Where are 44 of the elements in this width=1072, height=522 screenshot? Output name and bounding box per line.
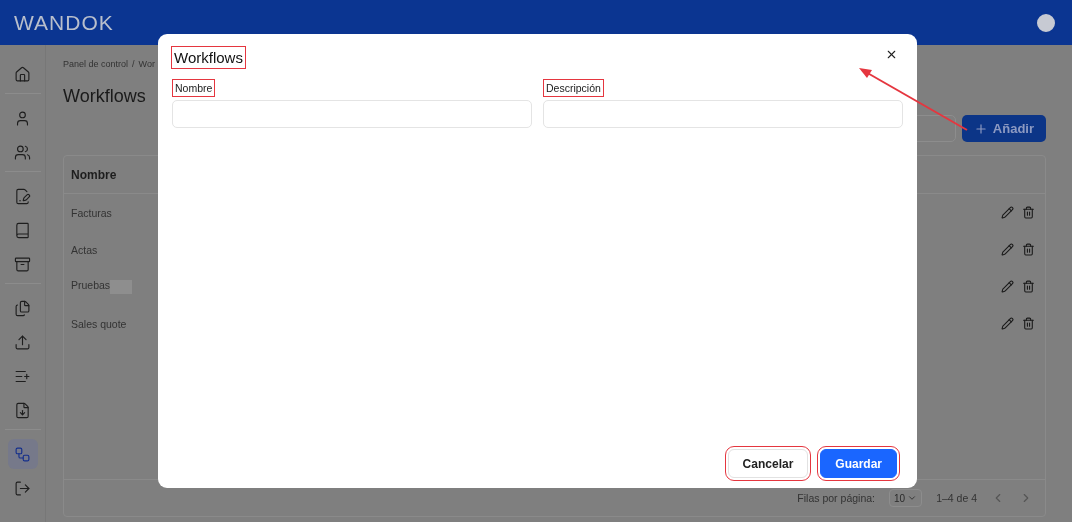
plus-icon [973,121,988,136]
table-cell: Actas [71,243,98,256]
upload-icon [14,333,31,351]
home-icon [14,65,31,83]
table-cell: Facturas [71,206,112,219]
users-icon [14,143,31,161]
save-button[interactable]: Guardar [820,449,897,478]
dialog-title: Workflows [174,49,243,66]
sidebar-item[interactable] [7,439,38,469]
workflow-icon [14,445,31,463]
book-icon [14,221,31,239]
breadcrumb-link[interactable]: Wor [138,59,155,69]
caret-icon [907,493,918,503]
input-field[interactable] [543,100,903,128]
edit-icon[interactable] [1001,317,1014,330]
page-title: Workflows [63,86,146,107]
file-signature-icon [14,187,31,205]
trash-icon[interactable] [1022,206,1035,219]
files-icon [14,299,31,317]
logo: WANDOK [14,10,114,35]
exit-icon [14,479,31,497]
page-range: 1–4 de 4 [936,492,977,504]
trash-icon[interactable] [1022,280,1035,293]
column-header: Nombre [71,167,117,182]
file-download-icon [14,401,31,419]
cancel-button[interactable]: Cancelar [727,449,809,478]
edit-icon[interactable] [1001,243,1014,256]
field-label: Nombre [175,82,213,94]
rows-per-page-select[interactable]: 10 [889,489,923,507]
add-button[interactable]: Añadir [961,115,1046,142]
table-cell: Sales quote [71,317,127,330]
breadcrumb-separator: / [132,59,135,69]
edit-icon[interactable] [1001,206,1014,219]
field-label: Descripción [546,82,601,94]
input-field[interactable] [172,100,532,128]
table-cell: Pruebas [71,279,133,294]
close-icon[interactable] [885,48,898,61]
rows-per-page-label: Filas por página: [797,492,875,504]
trash-icon[interactable] [1022,243,1035,256]
trash-icon[interactable] [1022,317,1035,330]
archive-icon [14,255,31,273]
breadcrumb-link[interactable]: Panel de control [63,59,129,69]
edit-icon[interactable] [1001,280,1014,293]
user-icon [14,109,31,127]
